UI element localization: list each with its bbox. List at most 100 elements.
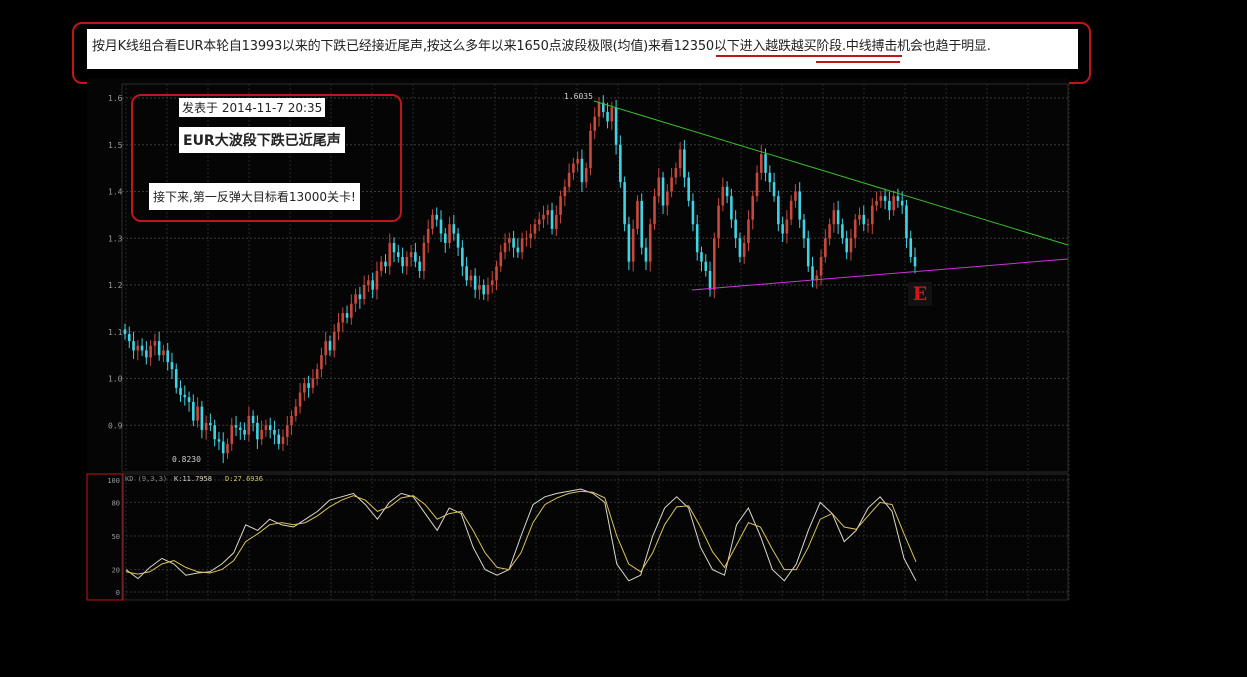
candle-body bbox=[367, 280, 370, 285]
candle bbox=[905, 199, 908, 249]
candle-body bbox=[849, 238, 853, 253]
candle bbox=[482, 279, 486, 300]
candle bbox=[627, 216, 631, 271]
candle bbox=[824, 228, 827, 263]
candle-body bbox=[192, 401, 195, 421]
candle-body bbox=[610, 107, 614, 122]
candle bbox=[772, 172, 776, 202]
candle-body bbox=[123, 329, 127, 335]
candle bbox=[537, 212, 541, 232]
candle bbox=[362, 275, 366, 305]
candle bbox=[909, 230, 913, 263]
candle bbox=[742, 235, 746, 264]
candle bbox=[238, 421, 242, 440]
candle-body bbox=[200, 406, 204, 430]
indicator-tick-label: 50 bbox=[112, 533, 120, 541]
e-marker: E bbox=[908, 282, 932, 306]
candle-body bbox=[811, 266, 814, 281]
candle bbox=[294, 399, 298, 422]
candle bbox=[589, 123, 592, 176]
candle-body bbox=[486, 285, 490, 295]
candle bbox=[452, 214, 456, 241]
candle bbox=[456, 227, 460, 257]
post-date: 发表于 2014-11-7 20:35 bbox=[179, 98, 326, 117]
candle-body bbox=[401, 256, 404, 267]
candle-body bbox=[350, 303, 353, 318]
candle bbox=[721, 177, 725, 212]
candle-body bbox=[606, 112, 609, 122]
candle bbox=[396, 244, 400, 263]
candle-body bbox=[183, 394, 187, 398]
candle bbox=[298, 383, 302, 414]
candle-body bbox=[674, 168, 678, 178]
candle bbox=[529, 224, 532, 249]
candle-body bbox=[666, 191, 669, 206]
candle-body bbox=[636, 200, 639, 229]
candle bbox=[221, 432, 225, 464]
candle-body bbox=[512, 238, 515, 248]
candle-body bbox=[136, 345, 140, 351]
indicator-lines bbox=[125, 488, 917, 582]
candle-body bbox=[234, 425, 238, 428]
candle-body bbox=[772, 182, 776, 197]
candle bbox=[431, 209, 434, 235]
candle bbox=[554, 205, 558, 236]
candle-body bbox=[452, 224, 456, 234]
candle-body bbox=[687, 177, 690, 201]
candle-body bbox=[542, 214, 545, 220]
candle bbox=[285, 415, 289, 446]
candle-body bbox=[794, 191, 797, 201]
candle bbox=[320, 347, 323, 378]
candle-body bbox=[657, 177, 661, 197]
candle bbox=[666, 184, 669, 216]
candle bbox=[443, 227, 447, 253]
candle-body bbox=[695, 224, 699, 253]
candle bbox=[687, 171, 690, 207]
candle-body bbox=[785, 219, 789, 234]
candle-body bbox=[307, 383, 310, 388]
candle-body bbox=[238, 427, 242, 430]
candle-body bbox=[375, 270, 379, 290]
candle-body bbox=[533, 224, 537, 234]
candle-body bbox=[345, 313, 349, 318]
candle bbox=[670, 168, 673, 198]
candle-body bbox=[661, 177, 665, 206]
candle bbox=[140, 338, 144, 357]
candle bbox=[546, 204, 550, 225]
candle-body bbox=[473, 275, 477, 290]
candle-body bbox=[337, 322, 340, 332]
candle bbox=[337, 313, 340, 341]
candle bbox=[367, 274, 370, 293]
candle-body bbox=[798, 191, 802, 220]
candle-body bbox=[508, 238, 511, 243]
candle-body bbox=[273, 429, 276, 435]
candle-body bbox=[324, 341, 328, 356]
candle-body bbox=[644, 247, 648, 262]
candle bbox=[478, 275, 481, 300]
candle bbox=[700, 246, 703, 272]
candle bbox=[256, 415, 259, 450]
price-tick-label: 1.3 bbox=[108, 234, 123, 243]
candle-body bbox=[879, 196, 883, 201]
candle-body bbox=[550, 210, 554, 229]
candle-body bbox=[858, 214, 861, 220]
candle bbox=[849, 228, 853, 261]
indicator-tick-label: 80 bbox=[112, 499, 120, 507]
candle bbox=[264, 419, 268, 437]
candle bbox=[200, 400, 204, 439]
price-y-axis: 1.6 1.5 1.4 1.3 1.2 1.1 1.0 0.9 bbox=[108, 94, 123, 430]
candle bbox=[623, 176, 626, 232]
candle bbox=[520, 232, 524, 260]
candle bbox=[490, 270, 494, 294]
target-note: 接下来,第一反弹大目标看13000关卡! bbox=[149, 183, 360, 210]
candle bbox=[704, 254, 708, 277]
candle-body bbox=[781, 224, 784, 234]
legend-d-value: 27.6936 bbox=[233, 475, 263, 483]
price-tick-label: 1.6 bbox=[108, 94, 123, 103]
candle bbox=[580, 149, 584, 192]
candle bbox=[913, 247, 917, 274]
candle-body bbox=[443, 233, 447, 243]
candle bbox=[162, 344, 165, 363]
candle bbox=[853, 213, 857, 249]
candle bbox=[392, 237, 396, 263]
